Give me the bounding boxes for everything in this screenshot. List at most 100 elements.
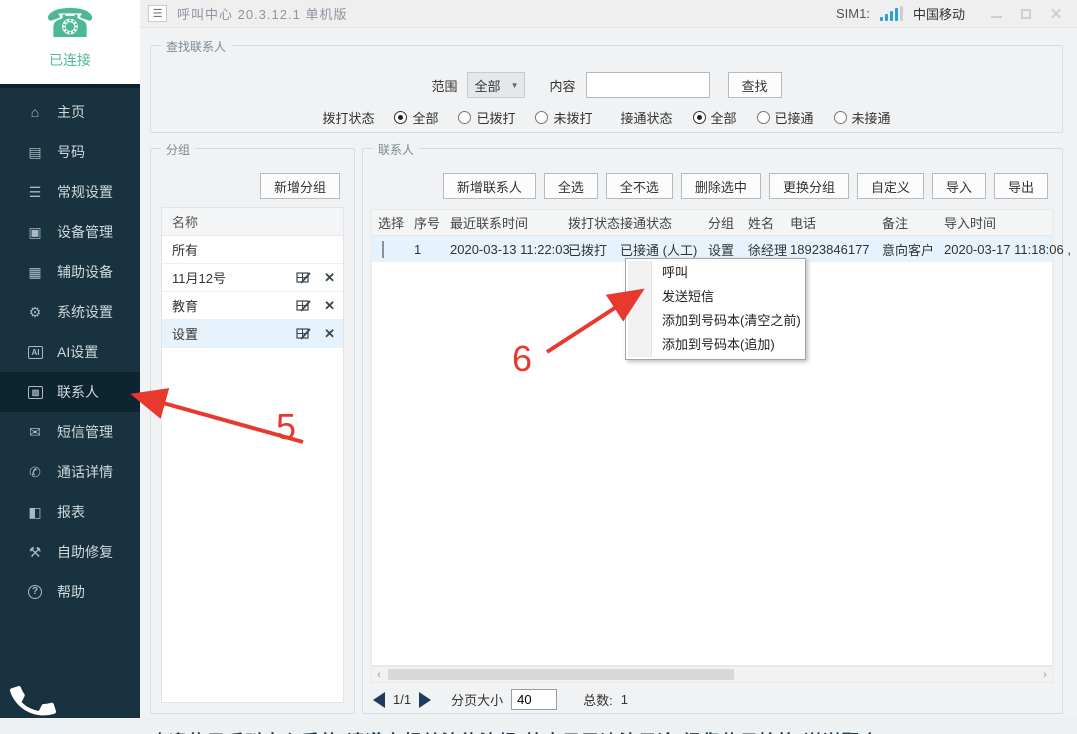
sidebar-item-self-repair[interactable]: ⚒ 自助修复 — [0, 532, 140, 572]
change-group-button[interactable]: 更换分组 — [768, 173, 849, 199]
radio-connect-unconnected[interactable]: 未接通 — [833, 108, 891, 127]
sidebar-item-home[interactable]: ⌂ 主页 — [0, 92, 140, 132]
radio-dial-undialed[interactable]: 未拨打 — [535, 108, 593, 127]
pagination-bar: 1/1 分页大小 总数: 1 — [373, 689, 628, 710]
radio-dial-dialed[interactable]: 已拨打 — [458, 108, 515, 127]
system-settings-icon: ⚙ — [28, 303, 42, 320]
page-size-input[interactable] — [511, 689, 558, 710]
scroll-left-icon[interactable]: ‹ — [372, 669, 386, 681]
group-row-education[interactable]: 教育 ✕ — [162, 292, 343, 320]
next-page-icon[interactable] — [419, 691, 432, 708]
sidebar-item-label: 常规设置 — [57, 184, 113, 200]
export-button[interactable]: 导出 — [993, 173, 1048, 199]
search-row-1: 范围 全部 ▼ 内容 查找 — [151, 72, 1062, 98]
home-icon: ⌂ — [30, 104, 40, 120]
phone-logo-icon: ☎ — [45, 2, 95, 46]
search-panel-legend: 查找联系人 — [161, 38, 232, 55]
scrollbar-thumb[interactable] — [388, 669, 734, 680]
sidebar-item-reports[interactable]: ◧ 报表 — [0, 492, 140, 532]
menu-item-call[interactable]: 呼叫 — [626, 261, 805, 285]
content-input[interactable] — [585, 72, 710, 98]
sidebar-item-numbers[interactable]: ▤ 号码 — [0, 132, 140, 172]
menu-item-add-to-phonebook-append[interactable]: 添加到号码本(追加) — [626, 333, 805, 357]
minimize-icon[interactable] — [989, 7, 1003, 21]
add-group-button[interactable]: 新增分组 — [260, 173, 340, 199]
scope-label: 范围 — [431, 78, 458, 94]
scroll-right-icon[interactable]: › — [1038, 669, 1052, 681]
radio-icon — [833, 111, 847, 124]
delete-group-icon[interactable]: ✕ — [324, 326, 335, 342]
add-contact-button[interactable]: 新增联系人 — [442, 173, 536, 199]
menu-item-add-to-phonebook-clear[interactable]: 添加到号码本(清空之前) — [626, 309, 805, 333]
radio-label: 未接通 — [851, 111, 891, 126]
edit-group-icon[interactable] — [296, 326, 311, 341]
group-row-all[interactable]: 所有 — [162, 236, 343, 264]
maximize-icon[interactable] — [1019, 7, 1033, 21]
cell-connect-status: 已接通 (人工) — [620, 242, 698, 258]
radio-connect-all[interactable]: 全部 — [692, 108, 737, 127]
radio-label: 已接通 — [774, 111, 814, 126]
dial-status-label: 拨打状态 — [322, 111, 375, 126]
group-row-nov12[interactable]: 11月12号 ✕ — [162, 264, 343, 292]
delete-group-icon[interactable]: ✕ — [324, 270, 335, 286]
sidebar-item-system-settings[interactable]: ⚙ 系统设置 — [0, 292, 140, 332]
context-menu: 呼叫 发送短信 添加到号码本(清空之前) 添加到号码本(追加) — [625, 258, 806, 360]
radio-label: 全部 — [412, 111, 439, 126]
radio-dial-all[interactable]: 全部 — [394, 108, 438, 127]
window-controls: ✕ — [989, 6, 1069, 23]
hamburger-menu-icon[interactable]: ☰ — [148, 5, 167, 22]
menu-item-send-sms[interactable]: 发送短信 — [626, 285, 805, 309]
sidebar-item-contacts[interactable]: ▥ 联系人 — [0, 372, 140, 412]
group-name: 设置 — [172, 327, 199, 342]
col-group: 分组 — [708, 216, 735, 231]
self-repair-icon: ⚒ — [28, 543, 42, 560]
group-row-settings[interactable]: 设置 ✕ — [162, 320, 343, 348]
dial-status-group: 拨打状态 全部 已拨打 未拨打 — [322, 108, 593, 127]
page-indicator: 1/1 — [393, 692, 412, 707]
group-name: 所有 — [172, 243, 199, 258]
cell-import-time: 2020-03-17 11:18:06 , — [944, 241, 1071, 257]
sidebar-item-label: 通话详情 — [57, 464, 113, 480]
total-label: 总数: — [583, 693, 613, 708]
sidebar-item-sms-management[interactable]: ✉ 短信管理 — [0, 412, 140, 452]
customize-button[interactable]: 自定义 — [856, 173, 924, 199]
import-button[interactable]: 导入 — [931, 173, 986, 199]
connection-status: 已连接 — [49, 52, 91, 68]
row-checkbox[interactable] — [382, 240, 384, 258]
sidebar-item-help[interactable]: ? 帮助 — [0, 572, 140, 612]
reports-icon: ◧ — [28, 503, 42, 520]
select-all-button[interactable]: 全选 — [543, 173, 598, 199]
sidebar-item-general-settings[interactable]: ☰ 常规设置 — [0, 172, 140, 212]
col-last-contact-time: 最近联系时间 — [450, 216, 529, 231]
sidebar-item-device-management[interactable]: ▣ 设备管理 — [0, 212, 140, 252]
deselect-all-button[interactable]: 全不选 — [605, 173, 673, 199]
sidebar-item-call-details[interactable]: ✆ 通话详情 — [0, 452, 140, 492]
horizontal-scrollbar[interactable]: ‹ › — [371, 666, 1053, 683]
sidebar-item-label: AI设置 — [57, 344, 99, 360]
cell-index: 1 — [414, 241, 422, 257]
sim-label: SIM1: — [836, 6, 870, 21]
radio-connect-connected[interactable]: 已接通 — [756, 108, 814, 127]
edit-group-icon[interactable] — [296, 298, 311, 313]
contacts-panel-legend: 联系人 — [373, 141, 420, 158]
sidebar-item-ai-settings[interactable]: AI AI设置 — [0, 332, 140, 372]
cell-dial-status: 已拨打 — [568, 242, 608, 258]
cell-group: 设置 — [708, 242, 735, 258]
contacts-toolbar: 新增联系人 全选 全不选 删除选中 更换分组 自定义 导入 导出 — [442, 173, 1048, 199]
scrollbar-track[interactable] — [386, 667, 1038, 682]
scope-select[interactable]: 全部 ▼ — [467, 72, 526, 98]
help-icon: ? — [28, 585, 42, 599]
col-select: 选择 — [378, 216, 405, 231]
delete-selected-button[interactable]: 删除选中 — [680, 173, 761, 199]
prev-page-icon[interactable] — [373, 691, 385, 708]
search-button[interactable]: 查找 — [727, 72, 782, 98]
edit-group-icon[interactable] — [296, 270, 311, 285]
close-icon[interactable]: ✕ — [1049, 6, 1063, 23]
groups-column-header: 名称 — [162, 208, 343, 236]
logo-area: ☎ 已连接 — [0, 0, 140, 88]
titlebar-right: SIM1: 中国移动 ✕ — [836, 4, 1069, 23]
sidebar-item-auxiliary-device[interactable]: ▦ 辅助设备 — [0, 252, 140, 292]
bottom-ticker: 欢迎使用呼叫中心系统 请遵守相关法律法规 禁止用于违法用途 祝您使用愉快 谢谢配… — [0, 718, 1077, 734]
delete-group-icon[interactable]: ✕ — [324, 298, 335, 314]
col-index: 序号 — [414, 216, 441, 231]
